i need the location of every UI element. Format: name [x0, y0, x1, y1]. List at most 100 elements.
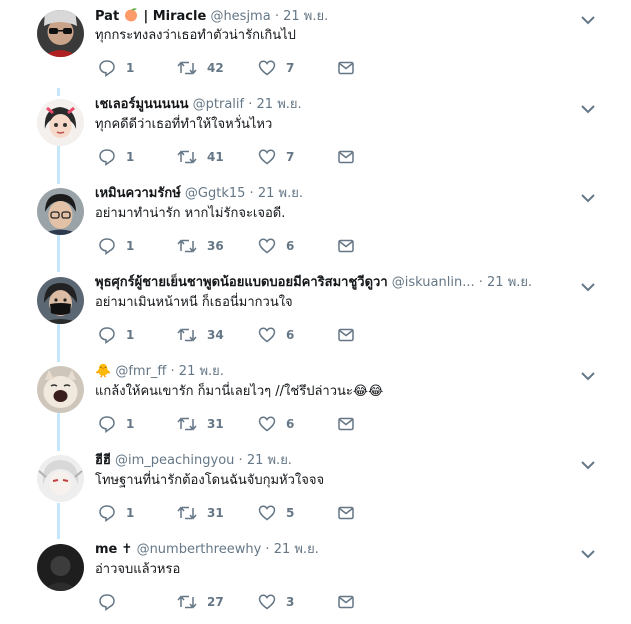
like-count: 7	[286, 61, 295, 75]
envelope-icon	[338, 150, 354, 164]
tweet[interactable]: เหมินความรักษ์ @Ggtk15 · 21 พ.ย. อย่ามาท…	[0, 180, 631, 268]
reply-button[interactable]: 1	[98, 325, 134, 345]
timestamp[interactable]: 21 พ.ย.	[179, 364, 224, 379]
envelope-icon	[338, 61, 354, 75]
chevron-down-icon[interactable]	[580, 278, 596, 292]
like-count: 6	[286, 239, 295, 253]
tweet-text: ทุกกระทงลงว่าเธอทำตัวน่ารักเกินไป	[95, 28, 296, 43]
user-handle[interactable]: @im_peachingyou	[115, 453, 234, 468]
user-handle[interactable]: @iskuanlin...	[392, 275, 475, 290]
tweet[interactable]: เชเลอร์มูนนนนน @ptralif · 21 พ.ย. ทุกคดี…	[0, 91, 631, 179]
timestamp[interactable]: 21 พ.ย.	[274, 542, 319, 557]
retweet-button[interactable]: 34	[177, 325, 224, 345]
avatar[interactable]	[37, 99, 84, 146]
reply-icon	[98, 415, 116, 433]
avatar[interactable]	[37, 188, 84, 235]
display-name[interactable]: me	[95, 542, 117, 557]
display-name[interactable]: พุธศุกร์ผู้ชายเย็นชาพูดน้อยแบดบอยมีคาริส…	[95, 275, 388, 290]
tweet[interactable]: ฮีฮี @im_peachingyou · 21 พ.ย. โทษฐานที่…	[0, 447, 631, 535]
like-button[interactable]: 6	[258, 236, 294, 256]
heart-icon	[258, 149, 276, 165]
envelope-icon	[338, 239, 354, 253]
retweet-count: 27	[207, 595, 224, 609]
tweet[interactable]: พุธศุกร์ผู้ชายเย็นชาพูดน้อยแบดบอยมีคาริส…	[0, 269, 631, 357]
like-button[interactable]: 6	[258, 414, 294, 434]
chevron-down-icon[interactable]	[580, 545, 596, 559]
direct-message-button[interactable]	[338, 503, 354, 523]
retweet-button[interactable]: 27	[177, 592, 224, 612]
direct-message-button[interactable]	[338, 58, 354, 78]
chevron-down-icon[interactable]	[580, 456, 596, 470]
reply-button[interactable]	[98, 592, 126, 612]
like-button[interactable]: 7	[258, 58, 294, 78]
user-handle[interactable]: @fmr_ff	[115, 364, 166, 379]
retweet-icon	[177, 416, 197, 432]
retweet-button[interactable]: 36	[177, 236, 224, 256]
like-count: 5	[286, 506, 295, 520]
separator-dot: ·	[170, 364, 175, 379]
retweet-button[interactable]: 31	[177, 503, 224, 523]
reply-count: 1	[126, 61, 135, 75]
display-name[interactable]: เหมินความรักษ์	[95, 186, 181, 201]
timestamp[interactable]: 21 พ.ย.	[487, 275, 532, 290]
retweet-icon	[177, 149, 197, 165]
chevron-down-icon[interactable]	[580, 189, 596, 203]
heart-icon	[258, 327, 276, 343]
like-button[interactable]: 3	[258, 592, 294, 612]
tweet-actions: 1 42 7	[95, 58, 365, 78]
like-button[interactable]: 7	[258, 147, 294, 167]
display-name[interactable]: 🐥	[95, 364, 111, 379]
tweet[interactable]: Pat | Miracle @hesjma · 21 พ.ย. ทุกกระทง…	[0, 2, 631, 90]
retweet-count: 34	[207, 328, 224, 342]
avatar[interactable]	[37, 366, 84, 413]
avatar[interactable]	[37, 277, 84, 324]
display-name[interactable]: Pat	[95, 9, 119, 24]
display-name[interactable]: เชเลอร์มูนนนนน	[95, 97, 188, 112]
reply-icon	[98, 593, 116, 611]
user-handle[interactable]: @numberthreewhy	[137, 542, 262, 557]
retweet-button[interactable]: 42	[177, 58, 224, 78]
envelope-icon	[338, 417, 354, 431]
like-button[interactable]: 6	[258, 325, 294, 345]
tweet[interactable]: 🐥 @fmr_ff · 21 พ.ย. แกล้งให้คนเขารัก ก็ม…	[0, 358, 631, 446]
direct-message-button[interactable]	[338, 236, 354, 256]
tweet-header: ฮีฮี @im_peachingyou · 21 พ.ย.	[95, 452, 292, 470]
retweet-button[interactable]: 41	[177, 147, 224, 167]
heart-icon	[258, 416, 276, 432]
avatar[interactable]	[37, 10, 84, 57]
separator-dot: ·	[248, 97, 253, 112]
tweet-header: me ✝ @numberthreewhy · 21 พ.ย.	[95, 541, 319, 559]
avatar[interactable]	[37, 455, 84, 502]
user-handle[interactable]: @Ggtk15	[185, 186, 246, 201]
chevron-down-icon[interactable]	[580, 367, 596, 381]
chevron-down-icon[interactable]	[580, 11, 596, 25]
reply-count: 1	[126, 506, 135, 520]
timestamp[interactable]: 21 พ.ย.	[258, 186, 303, 201]
user-handle[interactable]: @ptralif	[193, 97, 244, 112]
reply-button[interactable]: 1	[98, 414, 134, 434]
direct-message-button[interactable]	[338, 325, 354, 345]
direct-message-button[interactable]	[338, 414, 354, 434]
tweet-text: อ่าวจบแล้วหรอ	[95, 562, 181, 577]
timestamp[interactable]: 21 พ.ย.	[283, 9, 328, 24]
timestamp[interactable]: 21 พ.ย.	[247, 453, 292, 468]
timestamp[interactable]: 21 พ.ย.	[257, 97, 302, 112]
chevron-down-icon[interactable]	[580, 100, 596, 114]
like-count: 6	[286, 328, 295, 342]
retweet-button[interactable]: 31	[177, 414, 224, 434]
display-name[interactable]: ฮีฮี	[95, 453, 111, 468]
reply-button[interactable]: 1	[98, 503, 134, 523]
reply-button[interactable]: 1	[98, 147, 134, 167]
tweet-actions: 1 31 6	[95, 414, 365, 434]
user-handle[interactable]: @hesjma	[210, 9, 270, 24]
tweet-header: 🐥 @fmr_ff · 21 พ.ย.	[95, 363, 224, 381]
tweet-header: เหมินความรักษ์ @Ggtk15 · 21 พ.ย.	[95, 185, 303, 203]
reply-button[interactable]: 1	[98, 58, 134, 78]
tweet-header: Pat | Miracle @hesjma · 21 พ.ย.	[95, 7, 328, 28]
tweet[interactable]: me ✝ @numberthreewhy · 21 พ.ย. อ่าวจบแล้…	[0, 536, 631, 624]
avatar[interactable]	[37, 544, 84, 591]
reply-button[interactable]: 1	[98, 236, 134, 256]
like-button[interactable]: 5	[258, 503, 294, 523]
direct-message-button[interactable]	[338, 592, 354, 612]
direct-message-button[interactable]	[338, 147, 354, 167]
